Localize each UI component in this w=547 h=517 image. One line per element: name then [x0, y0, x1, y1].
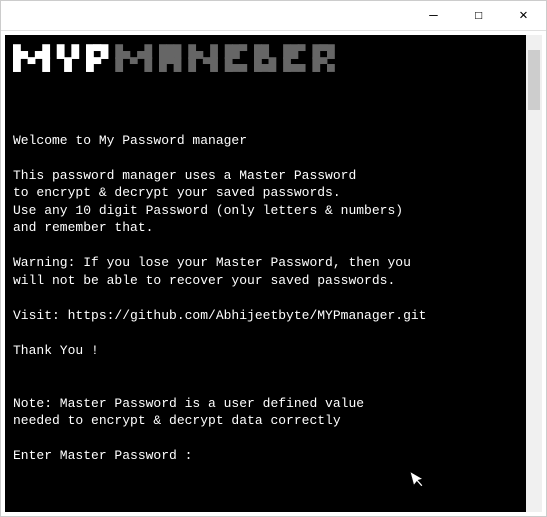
blank-line: [13, 290, 518, 308]
blank-line: [13, 149, 518, 167]
blank-line: [13, 114, 518, 132]
ascii-logo: █▄ ▄█ █ █ █▀█ █▄ ▄█ ███ █▄ █ ██▀ ██ ██▀ …: [13, 45, 518, 71]
blank-line: [13, 97, 518, 115]
warning-line: will not be able to recover your saved p…: [13, 272, 518, 290]
logo-bright2: █ ▀ █ █ █▀: [13, 57, 108, 72]
maximize-icon: ☐: [474, 7, 482, 24]
prompt-label: Enter Master Password :: [13, 447, 192, 465]
blank-line: [13, 360, 518, 378]
window-titlebar: — ☐ ✕: [1, 1, 546, 31]
warning-line: Warning: If you lose your Master Passwor…: [13, 254, 518, 272]
vertical-scrollbar[interactable]: [526, 35, 542, 512]
console-area: █▄ ▄█ █ █ █▀█ █▄ ▄█ ███ █▄ █ ██▀ ██ ██▀ …: [5, 35, 542, 512]
close-button[interactable]: ✕: [501, 1, 546, 30]
minimize-button[interactable]: —: [411, 1, 456, 30]
description-line: and remember that.: [13, 219, 518, 237]
minimize-icon: —: [429, 8, 437, 24]
description-line: to encrypt & decrypt your saved password…: [13, 184, 518, 202]
thanks-text: Thank You !: [13, 342, 518, 360]
close-icon: ✕: [519, 7, 527, 24]
blank-line: [13, 430, 518, 448]
logo-gray2: █ ▀ █ █▀█ █ ▀█ █▄▄ █▄█ █▄▄ █▀▄: [108, 57, 334, 72]
master-password-input[interactable]: [192, 448, 518, 463]
welcome-text: Welcome to My Password manager: [13, 132, 518, 150]
blank-line: [13, 377, 518, 395]
maximize-button[interactable]: ☐: [456, 1, 501, 30]
scrollbar-thumb[interactable]: [528, 50, 540, 110]
note-line: needed to encrypt & decrypt data correct…: [13, 412, 518, 430]
note-line: Note: Master Password is a user defined …: [13, 395, 518, 413]
prompt-line: Enter Master Password :: [13, 447, 518, 465]
blank-line: [13, 325, 518, 343]
description-line: This password manager uses a Master Pass…: [13, 167, 518, 185]
titlebar-buttons: — ☐ ✕: [411, 1, 546, 30]
console-window: — ☐ ✕ █▄ ▄█ █ █ █▀█ █▄ ▄█ ███ █▄ █ ██▀ █…: [0, 0, 547, 517]
description-line: Use any 10 digit Password (only letters …: [13, 202, 518, 220]
blank-line: [13, 79, 518, 97]
visit-link-text: Visit: https://github.com/Abhijeetbyte/M…: [13, 307, 518, 325]
blank-line: [13, 237, 518, 255]
console-content[interactable]: █▄ ▄█ █ █ █▀█ █▄ ▄█ ███ █▄ █ ██▀ ██ ██▀ …: [5, 35, 526, 512]
